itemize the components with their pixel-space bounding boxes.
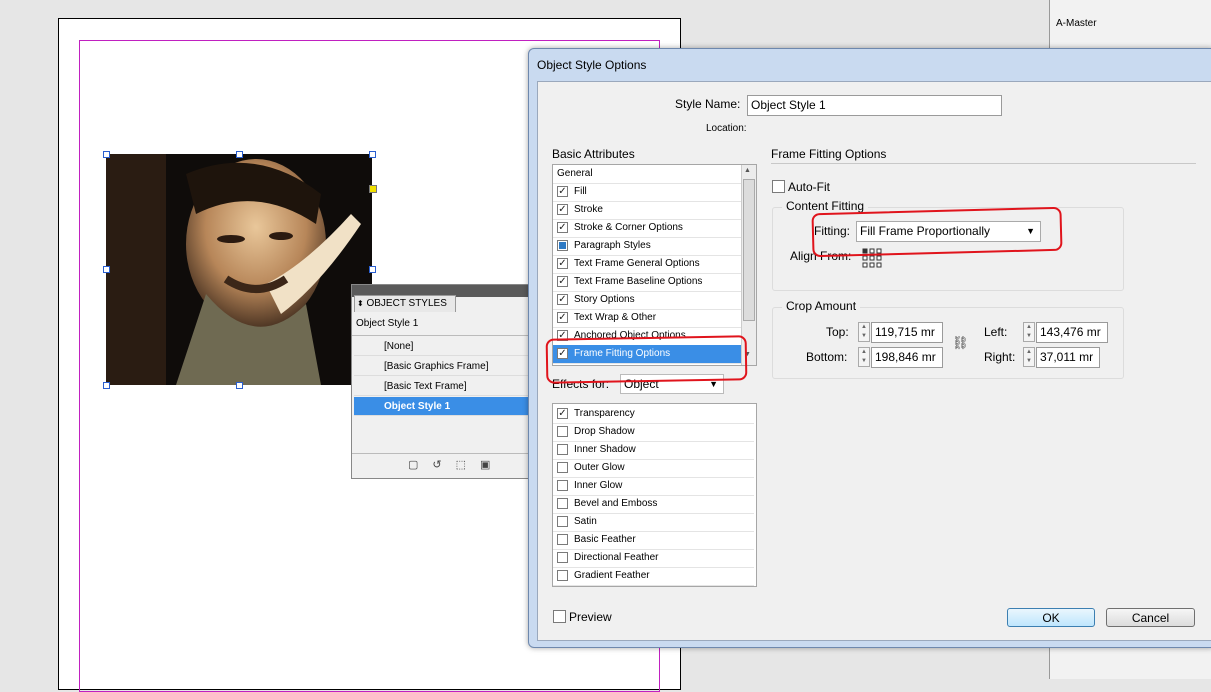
style-item-basic-graphics-frame[interactable]: [Basic Graphics Frame] — [354, 357, 528, 376]
checkbox[interactable]: ✓ — [557, 312, 568, 323]
crop-left-input[interactable]: 143,476 mr — [1036, 322, 1108, 343]
effect-row-bevel-emboss[interactable]: Bevel and Emboss — [553, 495, 754, 514]
checkbox[interactable] — [557, 444, 568, 455]
crop-top-stepper[interactable]: ▲ ▼ — [858, 322, 870, 342]
style-item-object-style-1[interactable]: Object Style 1 — [354, 397, 528, 416]
attr-row-stroke-corner[interactable]: ✓ Stroke & Corner Options — [553, 219, 741, 238]
style-group-icon[interactable]: ▢ — [408, 459, 432, 471]
checkbox[interactable] — [557, 570, 568, 581]
crop-top-label: Top: — [826, 325, 849, 339]
attr-row-text-wrap[interactable]: ✓ Text Wrap & Other — [553, 309, 741, 328]
content-fitting-label: Content Fitting — [782, 199, 869, 213]
checkbox[interactable]: ✓ — [557, 294, 568, 305]
scroll-thumb[interactable] — [743, 179, 755, 321]
object-styles-panel: ⬍ OBJECT STYLES Object Style 1 [None] [B… — [351, 284, 535, 479]
section-divider — [771, 163, 1196, 164]
effect-row-inner-shadow[interactable]: Inner Shadow — [553, 441, 754, 460]
annotation-mark — [811, 206, 1063, 258]
frame-handle[interactable] — [369, 266, 376, 273]
portrait-image — [106, 154, 372, 385]
current-style-label: Object Style 1 — [356, 318, 419, 329]
frame-handle[interactable] — [236, 382, 243, 389]
frame-handle[interactable] — [103, 382, 110, 389]
effect-row-transparency[interactable]: ✓ Transparency — [553, 405, 754, 424]
section-title: Frame Fitting Options — [771, 147, 887, 161]
overflow-handle[interactable] — [369, 185, 377, 193]
crop-right-input[interactable]: 37,011 mr — [1036, 347, 1100, 368]
frame-handle[interactable] — [103, 151, 110, 158]
dialog-body: Style Name: Object Style 1 Location: Bas… — [537, 81, 1211, 641]
chain-link-icon[interactable]: ⛓ — [952, 335, 969, 351]
crop-bottom-label: Bottom: — [806, 350, 848, 364]
effect-row-directional-feather[interactable]: Directional Feather — [553, 549, 754, 568]
effect-row-drop-shadow[interactable]: Drop Shadow — [553, 423, 754, 442]
checkbox[interactable] — [557, 552, 568, 563]
checkbox[interactable]: ✓ — [557, 276, 568, 287]
panel-collapse-icon: ⬍ — [357, 299, 364, 308]
attr-row-text-frame-baseline[interactable]: ✓ Text Frame Baseline Options — [553, 273, 741, 292]
crop-left-stepper[interactable]: ▲ ▼ — [1023, 322, 1035, 342]
crop-amount-group — [772, 307, 1124, 379]
checkbox[interactable]: ✓ — [557, 408, 568, 419]
effect-row-outer-glow[interactable]: Outer Glow — [553, 459, 754, 478]
object-style-options-dialog: Object Style Options Style Name: Object … — [528, 48, 1211, 648]
style-name-input[interactable]: Object Style 1 — [747, 95, 1002, 116]
checkbox[interactable]: ✓ — [557, 222, 568, 233]
master-label[interactable]: A-Master — [1056, 18, 1097, 29]
list-scrollbar[interactable]: ▲ ▼ — [741, 165, 756, 365]
attr-row-paragraph-styles[interactable]: Paragraph Styles — [553, 237, 741, 256]
checkbox[interactable] — [557, 480, 568, 491]
effect-row-basic-feather[interactable]: Basic Feather — [553, 531, 754, 550]
frame-handle[interactable] — [236, 151, 243, 158]
attr-row-stroke[interactable]: ✓ Stroke — [553, 201, 741, 220]
checkbox[interactable]: ✓ — [557, 186, 568, 197]
auto-fit-checkbox[interactable] — [772, 180, 785, 193]
checkbox[interactable] — [557, 462, 568, 473]
checkbox[interactable]: ✓ — [557, 258, 568, 269]
checkbox[interactable] — [557, 534, 568, 545]
ok-button[interactable]: OK — [1007, 608, 1095, 627]
crop-amount-label: Crop Amount — [782, 299, 861, 313]
delete-style-icon[interactable]: ▣ — [480, 459, 504, 471]
style-item-basic-text-frame[interactable]: [Basic Text Frame] — [354, 377, 528, 396]
effect-row-inner-glow[interactable]: Inner Glow — [553, 477, 754, 496]
attr-row-fill[interactable]: ✓ Fill — [553, 183, 741, 202]
checkbox[interactable] — [557, 516, 568, 527]
checkbox-partial[interactable] — [557, 240, 568, 251]
attr-row-story-options[interactable]: ✓ Story Options — [553, 291, 741, 310]
new-style-icon[interactable]: ⬚ — [456, 459, 480, 471]
checkbox[interactable] — [557, 498, 568, 509]
attr-row-general[interactable]: General — [553, 165, 741, 184]
crop-right-label: Right: — [984, 350, 1016, 364]
effect-row-satin[interactable]: Satin — [553, 513, 754, 532]
scroll-up-icon[interactable]: ▲ — [744, 167, 751, 174]
crop-bottom-input[interactable]: 198,846 mr — [871, 347, 943, 368]
location-label: Location: — [706, 123, 747, 134]
attr-row-text-frame-general[interactable]: ✓ Text Frame General Options — [553, 255, 741, 274]
annotation-mark — [545, 335, 748, 384]
panel-tab[interactable]: ⬍ OBJECT STYLES — [354, 295, 456, 312]
style-item-none[interactable]: [None] — [354, 337, 528, 356]
image-frame[interactable] — [106, 154, 372, 385]
crop-right-stepper[interactable]: ▲ ▼ — [1023, 347, 1035, 367]
clear-overrides-icon[interactable]: ↺ — [432, 459, 455, 471]
preview-label: Preview — [569, 610, 612, 624]
dialog-title: Object Style Options — [537, 58, 647, 72]
preview-checkbox[interactable] — [553, 610, 566, 623]
cancel-button[interactable]: Cancel — [1106, 608, 1195, 627]
auto-fit-label: Auto-Fit — [788, 180, 831, 194]
basic-attributes-label: Basic Attributes — [552, 147, 635, 161]
effects-list[interactable]: ✓ Transparency Drop Shadow Inner Shadow O… — [552, 403, 757, 587]
checkbox[interactable]: ✓ — [557, 204, 568, 215]
crop-bottom-stepper[interactable]: ▲ ▼ — [858, 347, 870, 367]
effect-row-gradient-feather[interactable]: Gradient Feather — [553, 567, 754, 586]
frame-handle[interactable] — [103, 266, 110, 273]
frame-handle[interactable] — [369, 151, 376, 158]
style-name-label: Style Name: — [675, 97, 741, 111]
checkbox[interactable] — [557, 426, 568, 437]
crop-top-input[interactable]: 119,715 mr — [871, 322, 943, 343]
crop-left-label: Left: — [984, 325, 1008, 339]
panel-tab-label: OBJECT STYLES — [366, 298, 447, 309]
